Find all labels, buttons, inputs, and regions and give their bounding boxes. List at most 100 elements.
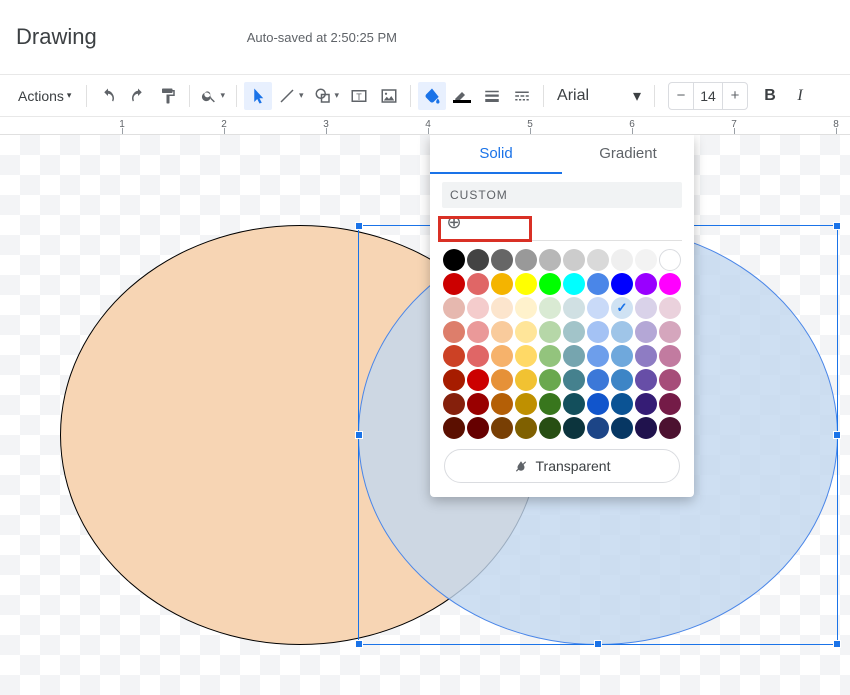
color-swatch[interactable]: [563, 345, 585, 367]
image-tool[interactable]: [375, 82, 403, 110]
color-swatch[interactable]: [635, 249, 657, 271]
resize-handle-se[interactable]: [833, 640, 841, 648]
drawing-canvas[interactable]: Solid Gradient CUSTOM ⊕ ✓ Transparent: [0, 135, 850, 695]
resize-handle-e[interactable]: [833, 431, 841, 439]
redo-button[interactable]: [124, 82, 152, 110]
color-swatch[interactable]: [491, 297, 513, 319]
color-swatch[interactable]: [515, 417, 537, 439]
resize-handle-nw[interactable]: [355, 222, 363, 230]
color-swatch[interactable]: [635, 273, 657, 295]
color-swatch[interactable]: [587, 393, 609, 415]
color-swatch[interactable]: [659, 273, 681, 295]
color-swatch[interactable]: [563, 369, 585, 391]
color-swatch[interactable]: [539, 273, 561, 295]
tab-solid[interactable]: Solid: [430, 135, 562, 174]
color-swatch[interactable]: [587, 345, 609, 367]
font-family-select[interactable]: Arial ▾: [551, 86, 647, 106]
color-swatch[interactable]: [659, 297, 681, 319]
color-swatch[interactable]: [443, 249, 465, 271]
color-swatch[interactable]: [539, 345, 561, 367]
border-color-button[interactable]: [448, 82, 476, 110]
color-swatch[interactable]: [563, 273, 585, 295]
color-swatch[interactable]: [659, 393, 681, 415]
color-swatch[interactable]: [515, 321, 537, 343]
font-size-increase[interactable]: +: [723, 83, 747, 109]
color-swatch[interactable]: [659, 321, 681, 343]
color-swatch[interactable]: [443, 417, 465, 439]
line-tool[interactable]: ▾: [274, 82, 308, 110]
color-swatch[interactable]: [587, 297, 609, 319]
color-swatch[interactable]: [539, 297, 561, 319]
resize-handle-s[interactable]: [594, 640, 602, 648]
actions-menu[interactable]: Actions ▾: [10, 82, 79, 110]
color-swatch[interactable]: [587, 417, 609, 439]
color-swatch[interactable]: [539, 393, 561, 415]
resize-handle-ne[interactable]: [833, 222, 841, 230]
color-swatch[interactable]: [467, 417, 489, 439]
color-swatch[interactable]: [635, 297, 657, 319]
color-swatch[interactable]: [491, 345, 513, 367]
color-swatch[interactable]: [659, 249, 681, 271]
fill-color-button[interactable]: [418, 82, 446, 110]
color-swatch[interactable]: [443, 321, 465, 343]
color-swatch[interactable]: [587, 321, 609, 343]
color-swatch[interactable]: [563, 393, 585, 415]
color-swatch[interactable]: [491, 273, 513, 295]
font-size-decrease[interactable]: −: [669, 83, 693, 109]
color-swatch[interactable]: [515, 273, 537, 295]
color-swatch[interactable]: [611, 249, 633, 271]
color-swatch[interactable]: [467, 345, 489, 367]
color-swatch[interactable]: [467, 249, 489, 271]
color-swatch[interactable]: [467, 297, 489, 319]
color-swatch[interactable]: [467, 369, 489, 391]
color-swatch[interactable]: [659, 417, 681, 439]
custom-section-header[interactable]: CUSTOM: [442, 182, 682, 208]
color-swatch[interactable]: [635, 321, 657, 343]
color-swatch[interactable]: [467, 273, 489, 295]
shape-tool[interactable]: ▾: [310, 82, 344, 110]
border-dash-button[interactable]: [508, 82, 536, 110]
color-swatch[interactable]: [587, 249, 609, 271]
color-swatch[interactable]: [443, 345, 465, 367]
paint-format-button[interactable]: [154, 82, 182, 110]
color-swatch[interactable]: [491, 249, 513, 271]
color-swatch[interactable]: [539, 417, 561, 439]
color-swatch[interactable]: [539, 249, 561, 271]
color-swatch[interactable]: [539, 321, 561, 343]
tab-gradient[interactable]: Gradient: [562, 135, 694, 174]
color-swatch[interactable]: [563, 297, 585, 319]
color-swatch[interactable]: [563, 321, 585, 343]
color-swatch[interactable]: [611, 345, 633, 367]
color-swatch[interactable]: [491, 417, 513, 439]
color-swatch[interactable]: [443, 393, 465, 415]
color-swatch[interactable]: [467, 321, 489, 343]
zoom-button[interactable]: ▾: [197, 82, 229, 110]
color-swatch[interactable]: [515, 297, 537, 319]
color-swatch[interactable]: [611, 273, 633, 295]
resize-handle-sw[interactable]: [355, 640, 363, 648]
color-swatch[interactable]: [611, 393, 633, 415]
color-swatch[interactable]: [659, 369, 681, 391]
color-swatch[interactable]: [611, 417, 633, 439]
color-swatch[interactable]: [587, 273, 609, 295]
color-swatch[interactable]: [515, 345, 537, 367]
color-swatch[interactable]: [563, 417, 585, 439]
transparent-button[interactable]: Transparent: [444, 449, 680, 483]
color-swatch[interactable]: [635, 345, 657, 367]
color-swatch[interactable]: [635, 369, 657, 391]
color-swatch[interactable]: [587, 369, 609, 391]
bold-button[interactable]: B: [756, 82, 784, 110]
color-swatch[interactable]: [491, 393, 513, 415]
font-size-input[interactable]: [693, 83, 723, 109]
add-custom-color-button[interactable]: ⊕: [444, 212, 464, 232]
border-weight-button[interactable]: [478, 82, 506, 110]
color-swatch[interactable]: [635, 417, 657, 439]
color-swatch[interactable]: [491, 369, 513, 391]
color-swatch[interactable]: [611, 321, 633, 343]
textbox-tool[interactable]: T: [345, 82, 373, 110]
color-swatch[interactable]: ✓: [611, 297, 633, 319]
italic-button[interactable]: I: [786, 82, 814, 110]
resize-handle-w[interactable]: [355, 431, 363, 439]
color-swatch[interactable]: [467, 393, 489, 415]
color-swatch[interactable]: [515, 393, 537, 415]
